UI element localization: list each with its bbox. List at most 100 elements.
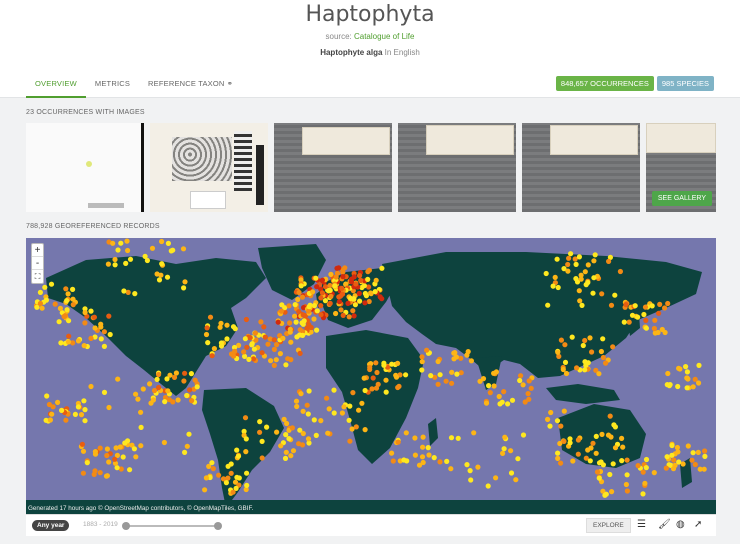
occurrence-hex <box>419 367 425 373</box>
fullscreen-button[interactable]: ⛶ <box>32 270 43 283</box>
occurrence-hex <box>319 290 325 296</box>
occurrence-hex <box>249 341 255 347</box>
occurrence-image[interactable] <box>150 123 268 212</box>
occurrence-hex <box>518 373 524 379</box>
explore-button[interactable]: EXPLORE <box>586 518 631 533</box>
occurrence-hex <box>182 449 188 455</box>
occurrence-hex <box>70 302 76 308</box>
occurrence-hex <box>133 454 139 460</box>
occurrence-hex <box>373 360 379 366</box>
occurrence-hex <box>299 442 306 448</box>
occurrence-hex <box>367 366 373 373</box>
occurrence-hex <box>695 449 701 455</box>
source-link[interactable]: Catalogue of Life <box>354 32 415 41</box>
occurrence-hex <box>82 309 88 316</box>
occurrence-hex <box>318 303 324 309</box>
occurrence-hex <box>115 247 121 253</box>
occurrence-hex <box>508 448 514 454</box>
occurrence-hex <box>594 469 601 475</box>
paint-roller-icon[interactable]: 🖌 <box>658 519 671 530</box>
occurrence-map[interactable]: + - ⛶ Generated 17 hours ago © OpenStree… <box>26 238 716 514</box>
occurrence-hex <box>603 491 609 497</box>
sliders-icon[interactable]: ☰ <box>637 519 646 530</box>
occurrence-hex <box>288 339 294 345</box>
occurrence-hex <box>251 346 257 352</box>
occurrence-hex <box>250 356 257 362</box>
occurrence-hex <box>562 359 569 365</box>
any-year-toggle[interactable]: Any year <box>32 520 70 531</box>
occurrence-hex <box>75 338 82 344</box>
asia-landmass <box>382 252 702 378</box>
species-count-badge[interactable]: 985 SPECIES <box>656 76 714 91</box>
occurrence-hex <box>296 289 302 296</box>
occurrence-hex <box>591 258 597 264</box>
occurrence-hex <box>373 277 379 283</box>
tab-metrics[interactable]: METRICS <box>86 76 139 98</box>
occurrence-hex <box>182 370 188 376</box>
occurrence-hex <box>224 322 230 328</box>
occurrence-hex <box>419 454 426 460</box>
occurrence-image[interactable] <box>522 123 640 212</box>
occurrences-count-badge[interactable]: 848,657 OCCURRENCES <box>555 76 654 91</box>
occurrence-hex <box>612 445 619 451</box>
map-canvas[interactable] <box>26 238 716 514</box>
occurrence-hex <box>294 403 300 410</box>
occurrence-hex <box>381 362 387 368</box>
occurrence-hex <box>493 369 499 375</box>
occurrence-hex <box>175 397 181 403</box>
occurrence-hex <box>347 438 353 444</box>
zoom-in-button[interactable]: + <box>32 244 43 257</box>
occurrence-hex <box>641 311 647 318</box>
occurrence-hex <box>257 419 263 425</box>
occurrence-hex <box>359 400 365 406</box>
occurrence-hex <box>318 312 324 318</box>
occurrence-hex <box>66 318 72 324</box>
occurrence-hex <box>350 390 356 396</box>
page-title: Haptophyta <box>305 2 435 27</box>
occurrence-hex <box>425 445 431 451</box>
slider-end-handle[interactable] <box>214 522 222 530</box>
occurrence-hex <box>643 456 650 463</box>
occurrence-hex <box>353 424 359 430</box>
occurrence-hex <box>170 247 176 253</box>
occurrence-image[interactable] <box>398 123 516 212</box>
occurrence-hex <box>340 312 346 318</box>
occurrence-hex <box>558 337 565 343</box>
occurrence-hex <box>104 452 110 459</box>
occurrence-image[interactable]: SEE GALLERY <box>646 123 716 212</box>
cursor-icon[interactable]: ➚ <box>694 519 702 530</box>
year-range-slider[interactable] <box>122 522 222 530</box>
see-gallery-button[interactable]: SEE GALLERY <box>651 191 712 206</box>
globe-icon[interactable]: ◍ <box>676 519 685 530</box>
occurrence-hex <box>356 290 362 297</box>
tab-overview[interactable]: OVERVIEW <box>26 76 86 98</box>
tab-reference-taxon[interactable]: REFERENCE TAXON ⚭ <box>139 76 242 98</box>
occurrence-hex <box>107 331 113 338</box>
occurrence-hex <box>497 401 503 407</box>
occurrence-hex <box>156 371 162 378</box>
occurrence-hex <box>58 340 64 346</box>
occurrence-hex <box>202 487 208 493</box>
occurrence-hex <box>600 354 607 361</box>
occurrence-hex <box>690 384 696 390</box>
occurrence-image[interactable] <box>26 123 144 212</box>
occurrence-hex <box>689 457 695 463</box>
occurrence-hex <box>165 240 171 246</box>
occurrence-hex <box>334 265 340 271</box>
occurrence-image[interactable] <box>274 123 392 212</box>
occurrence-hex <box>306 308 312 314</box>
occurrence-hex <box>552 274 558 280</box>
occurrence-hex <box>223 480 229 486</box>
slider-start-handle[interactable] <box>122 522 130 530</box>
occurrence-hex <box>150 397 156 403</box>
occurrence-hex <box>652 317 658 323</box>
zoom-out-button[interactable]: - <box>32 257 43 270</box>
occurrences-count-label: OCCURRENCES <box>588 79 649 88</box>
occurrence-hex <box>138 424 144 430</box>
occurrence-hex <box>443 378 449 384</box>
occurrence-hex <box>361 375 367 381</box>
occurrence-hex <box>162 399 168 405</box>
occurrence-hex <box>218 343 225 349</box>
occurrence-hex <box>52 301 58 307</box>
occurrence-hex <box>305 436 312 442</box>
